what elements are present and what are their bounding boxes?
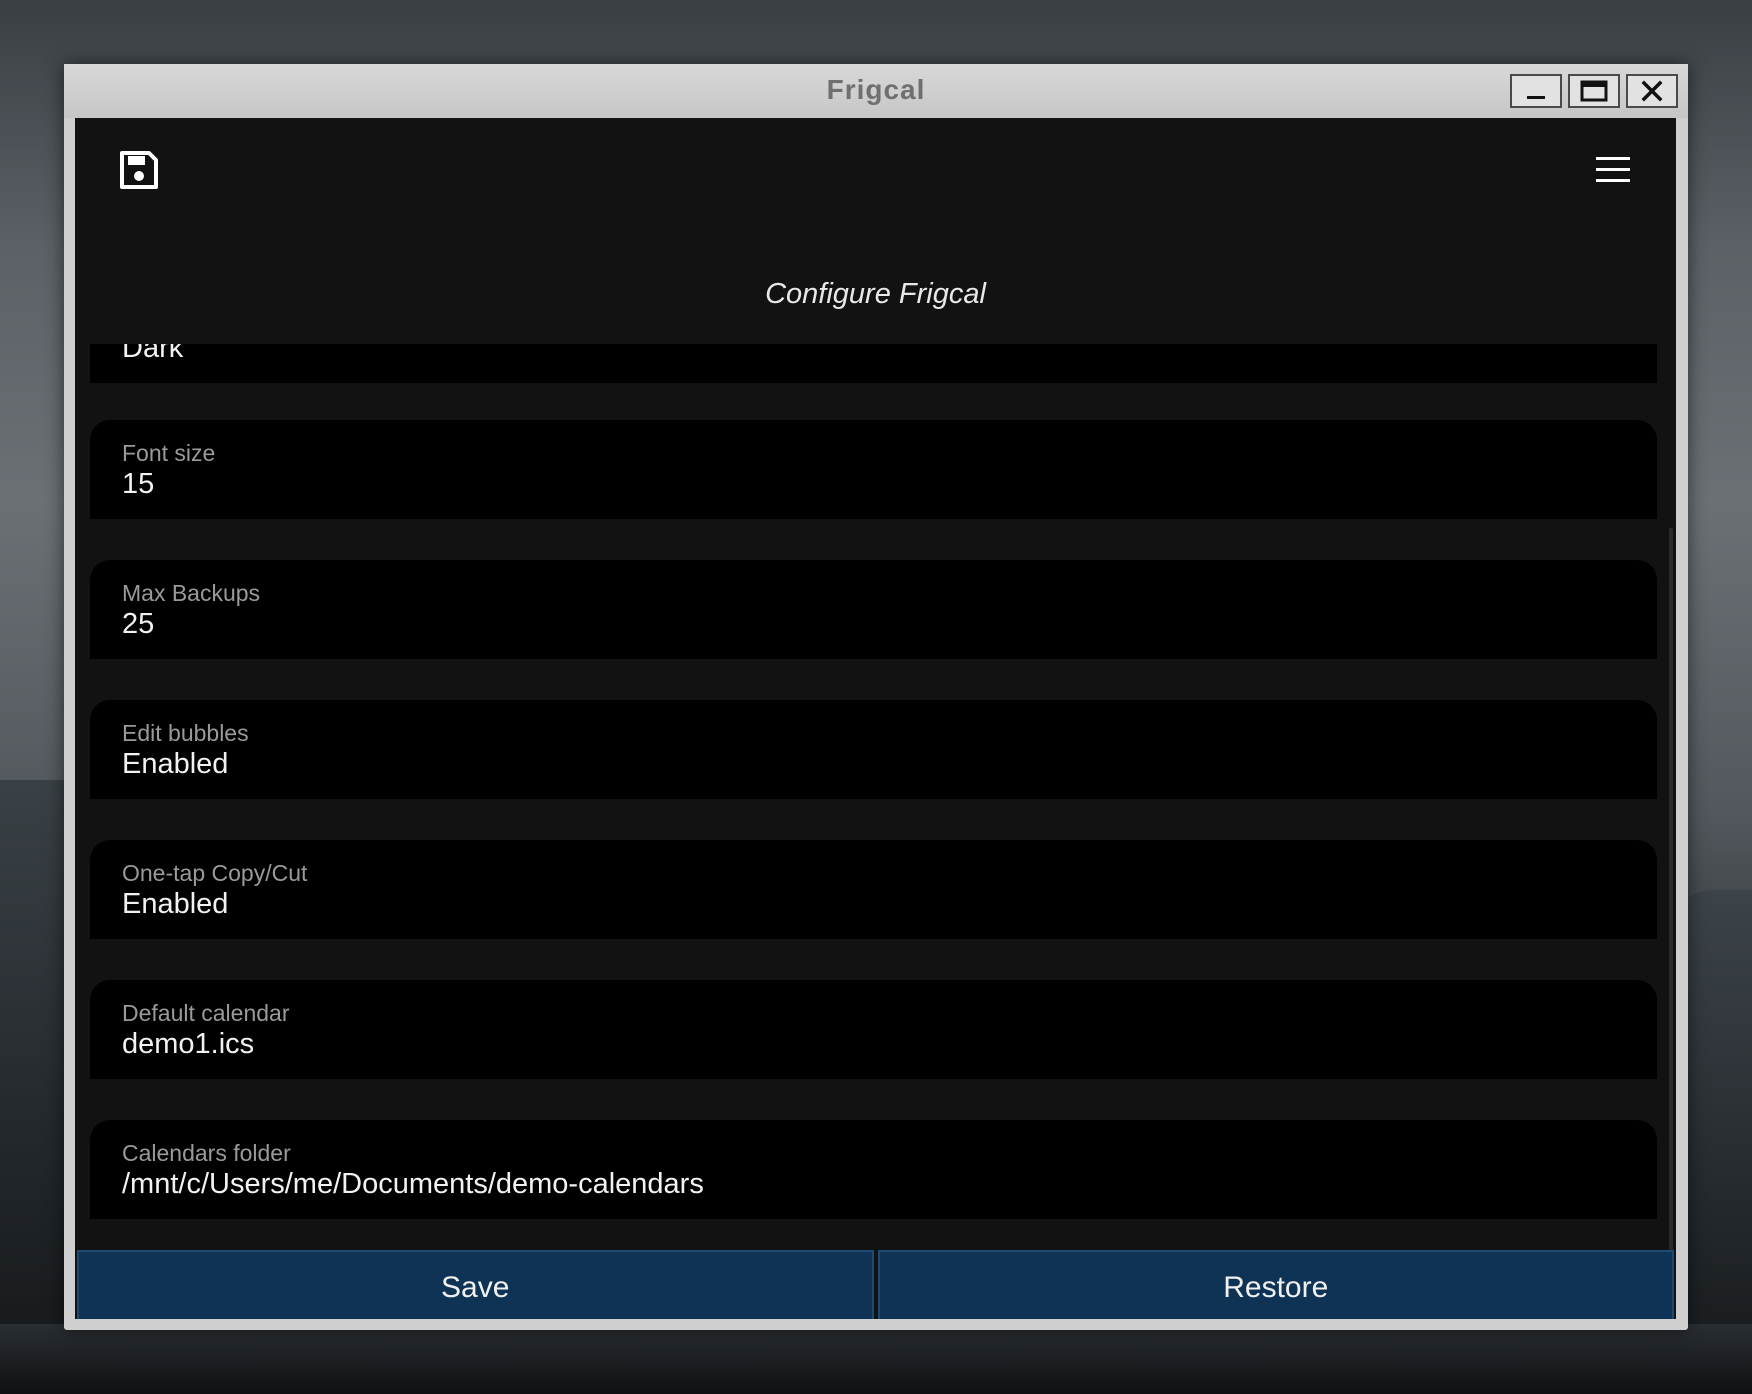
setting-label: One-tap Copy/Cut — [122, 860, 308, 886]
minimize-button[interactable] — [1510, 74, 1562, 108]
setting-default-calendar[interactable]: Default calendar demo1.ics — [90, 980, 1657, 1079]
setting-value: demo1.ics — [122, 1028, 255, 1060]
window-titlebar[interactable]: Frigcal — [64, 64, 1688, 118]
save-button[interactable]: Save — [77, 1250, 874, 1319]
floppy-disk-icon — [120, 151, 158, 189]
close-icon — [1641, 80, 1663, 102]
setting-value: Enabled — [122, 748, 229, 780]
setting-label: Font size — [122, 440, 216, 466]
desktop-wallpaper-ground — [0, 1324, 1752, 1394]
setting-label: Edit bubbles — [122, 720, 249, 746]
maximize-button[interactable] — [1568, 74, 1620, 108]
setting-value: 25 — [122, 608, 155, 640]
close-button[interactable] — [1626, 74, 1678, 108]
setting-max-backups[interactable]: Max Backups 25 — [90, 560, 1657, 659]
setting-value: Enabled — [122, 888, 229, 920]
setting-label: Calendars folder — [122, 1140, 291, 1166]
setting-edit-bubbles[interactable]: Edit bubbles Enabled — [90, 700, 1657, 799]
setting-value: /mnt/c/Users/me/Documents/demo-calendars — [122, 1168, 704, 1200]
maximize-icon — [1580, 80, 1608, 102]
setting-one-tap-copy-cut[interactable]: One-tap Copy/Cut Enabled — [90, 840, 1657, 939]
setting-label: Max Backups — [122, 580, 261, 606]
setting-label: Default calendar — [122, 1000, 290, 1026]
app-window: Frigcal Configure Frigcal Dark Font size… — [64, 64, 1688, 1330]
save-icon-button[interactable] — [117, 148, 161, 192]
setting-calendars-folder[interactable]: Calendars folder /mnt/c/Users/me/Documen… — [90, 1120, 1657, 1219]
restore-button[interactable]: Restore — [877, 1250, 1674, 1319]
app-content: Configure Frigcal Dark Font size 15 Max … — [75, 118, 1676, 1319]
page-title: Configure Frigcal — [765, 278, 986, 310]
hamburger-menu-icon — [1596, 157, 1630, 182]
action-bar: Save Restore — [75, 1250, 1676, 1319]
setting-font-size[interactable]: Font size 15 — [90, 420, 1657, 519]
setting-value: 15 — [122, 468, 155, 500]
window-controls — [1510, 74, 1678, 108]
setting-theme[interactable]: Dark — [90, 344, 1657, 383]
app-header: Configure Frigcal — [75, 118, 1676, 344]
setting-value: Dark — [122, 344, 184, 364]
minimize-icon — [1527, 96, 1545, 99]
scrollbar[interactable] — [1669, 528, 1673, 1319]
window-title: Frigcal — [826, 74, 926, 105]
menu-button[interactable] — [1592, 152, 1634, 188]
settings-list[interactable]: Dark Font size 15 Max Backups 25 Edit bu… — [75, 344, 1676, 1254]
